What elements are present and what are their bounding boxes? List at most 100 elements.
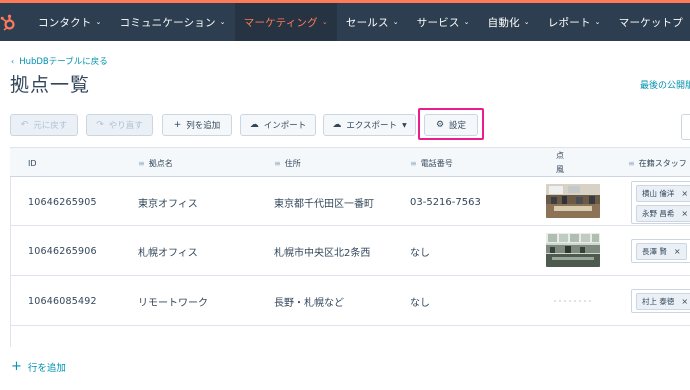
staff-tag-label: 横山 倫洋 — [642, 189, 675, 198]
cloud-upload-icon: ☁ — [249, 120, 259, 130]
settings-highlight-box — [418, 108, 484, 140]
add-column-label: 列を追加 — [186, 121, 221, 131]
nav-marketing[interactable]: マーケティング ⌄ — [234, 3, 337, 41]
nav-automation[interactable]: 自動化 ⌄ — [479, 3, 539, 41]
cell-address[interactable]: 東京都千代田区一番町 — [274, 178, 382, 226]
nav-marketplace[interactable]: マーケットプ — [610, 3, 690, 41]
staff-tag[interactable]: 村上 泰徳 × — [636, 293, 690, 310]
remove-tag-icon[interactable]: × — [681, 297, 688, 306]
remove-tag-icon[interactable]: × — [681, 189, 688, 198]
nav-conversations[interactable]: コミュニケーション ⌄ — [111, 3, 235, 41]
remove-tag-icon[interactable]: × — [674, 247, 681, 256]
nav-reports[interactable]: レポート ⌄ — [539, 3, 610, 41]
cell-phone[interactable]: 03-5216-7563 — [410, 178, 481, 226]
cell-phone[interactable]: なし — [410, 226, 430, 276]
table-header: ID ≡ 拠点名 ≡ 住所 ≡ 電話番号 点風 ≡ 在籍スタッフ — [10, 147, 690, 177]
column-header-address[interactable]: ≡ 住所 — [274, 148, 301, 178]
cloud-download-icon: ☁ — [332, 120, 342, 130]
cell-address[interactable]: 札幌市中央区北2条西 — [274, 226, 382, 276]
nav-sales-label: セールス — [345, 16, 389, 29]
back-to-hubdb-link[interactable]: ‹ HubDBテーブルに戻る — [11, 55, 108, 68]
chevron-down-icon: ⌄ — [321, 18, 328, 26]
undo-button[interactable]: ↶ 元に戻す — [10, 114, 78, 136]
column-header-staff[interactable]: ≡ 在籍スタッフ — [628, 148, 687, 178]
staff-tag-list[interactable]: 長澤 賢 × — [631, 239, 690, 263]
last-published-version-link[interactable]: 最後の公開版 — [640, 78, 690, 91]
staff-tag-label: 村上 泰徳 — [642, 297, 675, 306]
table-row[interactable]: 10646085492 リモートワーク 長野・札幌など なし 村上 泰徳 × — [10, 276, 690, 326]
nav-marketplace-label: マーケットプ — [618, 16, 683, 29]
column-header-phone[interactable]: ≡ 電話番号 — [410, 148, 453, 178]
export-button[interactable]: ☁ エクスポート ▼ — [323, 114, 416, 136]
caret-down-icon: ▼ — [402, 121, 407, 129]
column-header-photo[interactable]: 点風 — [556, 148, 564, 178]
import-button[interactable]: ☁ インポート — [240, 114, 316, 136]
column-header-phone-label: 電話番号 — [420, 158, 453, 168]
nav-marketing-label: マーケティング — [243, 16, 318, 29]
add-column-button[interactable]: + 列を追加 — [162, 114, 232, 136]
chevron-down-icon: ⌄ — [523, 18, 530, 26]
add-row-label: 行を追加 — [27, 362, 66, 374]
column-header-id[interactable]: ID — [28, 148, 37, 178]
column-header-photo-line2: 風 — [556, 165, 564, 174]
plus-icon: + — [173, 120, 182, 130]
page-title: 拠点一覧 — [10, 74, 91, 96]
text-column-icon: ≡ — [138, 158, 145, 168]
remove-tag-icon[interactable]: × — [681, 209, 688, 218]
nav-automation-label: 自動化 — [487, 16, 520, 29]
column-header-name-label: 拠点名 — [148, 158, 173, 168]
undo-label: 元に戻す — [33, 121, 68, 131]
export-label: エクスポート — [346, 121, 398, 131]
cell-address[interactable]: 長野・札幌など — [274, 276, 382, 326]
column-header-id-label: ID — [28, 158, 37, 168]
empty-photo-cell[interactable] — [546, 284, 600, 318]
staff-tag[interactable]: 長澤 賢 × — [636, 243, 687, 260]
chevron-down-icon: ⌄ — [392, 18, 399, 26]
cell-name[interactable]: リモートワーク — [138, 276, 208, 326]
nav-contacts[interactable]: コンタクト ⌄ — [16, 3, 111, 41]
chevron-left-icon: ‹ — [11, 56, 15, 66]
office-photo-thumbnail[interactable] — [546, 233, 600, 267]
nav-service[interactable]: サービス ⌄ — [408, 3, 479, 41]
chevron-down-icon: ⌄ — [594, 18, 601, 26]
redo-icon: ↷ — [96, 120, 104, 130]
chevron-down-icon: ⌄ — [219, 18, 226, 26]
column-header-staff-label: 在籍スタッフ — [638, 158, 687, 168]
column-header-name[interactable]: ≡ 拠点名 — [138, 148, 173, 178]
office-photo-thumbnail[interactable] — [546, 184, 600, 218]
staff-tag[interactable]: 永野 昌希 × — [636, 205, 690, 222]
plus-icon: + — [11, 359, 22, 374]
cell-id[interactable]: 10646265905 — [28, 178, 97, 226]
chevron-down-icon: ⌄ — [95, 18, 102, 26]
cell-id[interactable]: 10646265906 — [28, 226, 97, 276]
top-navigation-bar: コンタクト ⌄ コミュニケーション ⌄ マーケティング ⌄ セールス ⌄ サービス ⌄ 自… — [0, 0, 690, 41]
text-column-icon: ≡ — [410, 158, 417, 168]
nav-service-label: サービス — [416, 16, 460, 29]
toolbar-overflow-button[interactable] — [681, 114, 690, 140]
back-link-label: HubDBテーブルに戻る — [19, 57, 108, 67]
staff-tag-label: 永野 昌希 — [642, 209, 675, 218]
nav-sales[interactable]: セールス ⌄ — [337, 3, 408, 41]
redo-button[interactable]: ↷ やり直す — [86, 114, 153, 136]
nav-reports-label: レポート — [547, 16, 591, 29]
undo-icon: ↶ — [20, 120, 29, 130]
column-header-photo-line1: 点 — [556, 151, 564, 160]
table-row[interactable]: 10646265906 札幌オフィス 札幌市中央区北2条西 なし 長澤 賢 × — [10, 226, 690, 276]
cell-name[interactable]: 札幌オフィス — [138, 226, 198, 276]
nav-contacts-label: コンタクト — [38, 16, 92, 29]
text-column-icon: ≡ — [274, 158, 281, 168]
table-row[interactable]: 10646265905 東京オフィス 東京都千代田区一番町 03-5216-75… — [10, 178, 690, 226]
chevron-down-icon: ⌄ — [463, 18, 470, 26]
hubspot-logo-icon[interactable] — [0, 3, 16, 41]
redo-label: やり直す — [108, 121, 143, 131]
cell-phone[interactable]: なし — [410, 276, 430, 326]
staff-tag-label: 長澤 賢 — [642, 247, 667, 256]
staff-tag[interactable]: 横山 倫洋 × — [636, 185, 690, 202]
staff-tag-list[interactable]: 横山 倫洋 × 永野 昌希 × — [631, 181, 690, 224]
cell-id[interactable]: 10646085492 — [28, 276, 97, 326]
staff-tag-list[interactable]: 村上 泰徳 × — [631, 289, 690, 313]
list-column-icon: ≡ — [628, 158, 635, 168]
add-row-button[interactable]: + 行を追加 — [11, 359, 66, 374]
cell-name[interactable]: 東京オフィス — [138, 178, 198, 226]
nav-conversations-label: コミュニケーション — [119, 16, 216, 29]
